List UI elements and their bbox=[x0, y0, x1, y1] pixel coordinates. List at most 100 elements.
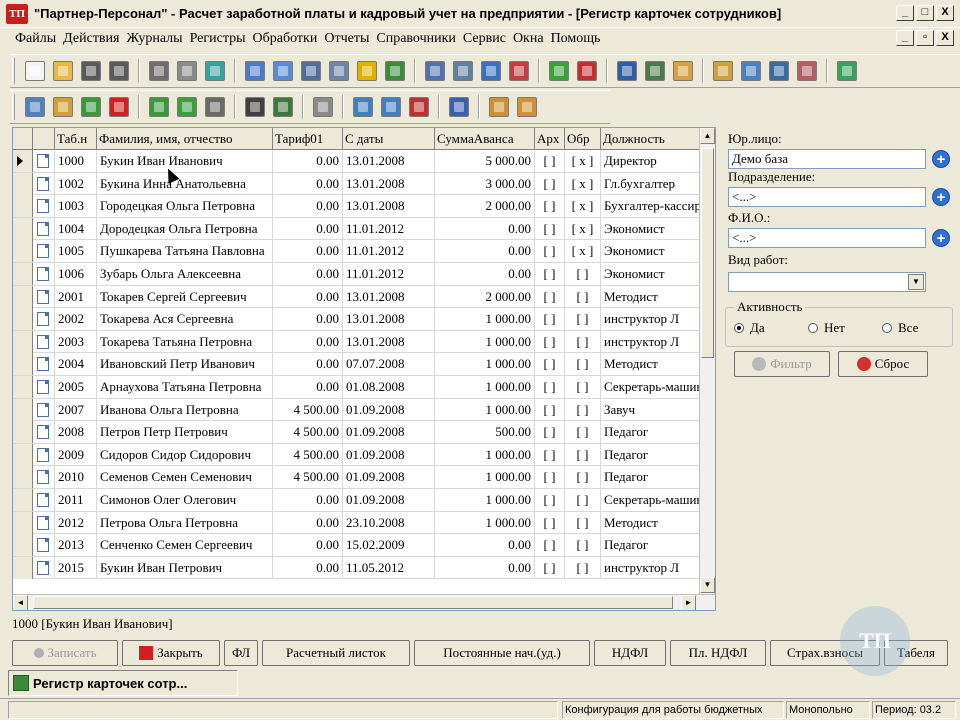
text-format-icon[interactable] bbox=[385, 61, 405, 81]
cell-processing[interactable]: [ x ] bbox=[565, 195, 601, 218]
cell-archive[interactable]: [ ] bbox=[535, 217, 565, 240]
cell-archive[interactable]: [ ] bbox=[535, 353, 565, 376]
menu-references[interactable]: Справочники bbox=[373, 31, 459, 47]
cell-tariff[interactable]: 0.00 bbox=[273, 217, 343, 240]
title-bar[interactable]: ТП "Партнер-Персонал" - Расчет заработно… bbox=[0, 0, 960, 28]
mdi-minimize-button[interactable]: _ bbox=[896, 30, 914, 46]
cell-full-name[interactable]: Сидоров Сидор Сидорович bbox=[97, 443, 273, 466]
cell-tariff[interactable]: 0.00 bbox=[273, 330, 343, 353]
cell-tariff[interactable]: 0.00 bbox=[273, 511, 343, 534]
cell-tab-number[interactable]: 1002 bbox=[55, 172, 97, 195]
cell-processing[interactable]: [ ] bbox=[565, 308, 601, 331]
cell-tariff[interactable]: 0.00 bbox=[273, 353, 343, 376]
row-indicator[interactable] bbox=[13, 353, 33, 376]
mdi-close-button[interactable]: X bbox=[936, 30, 954, 46]
cell-processing[interactable]: [ x ] bbox=[565, 150, 601, 172]
row-indicator[interactable] bbox=[13, 534, 33, 557]
cell-tab-number[interactable]: 2012 bbox=[55, 511, 97, 534]
cell-from-date[interactable]: 11.01.2012 bbox=[343, 217, 435, 240]
cell-tariff[interactable]: 0.00 bbox=[273, 489, 343, 511]
table-row[interactable]: 2013 Сенченко Семен Сергеевич 0.00 15.02.20… bbox=[13, 534, 703, 557]
menu-help[interactable]: Помощь bbox=[548, 31, 604, 47]
row-indicator[interactable] bbox=[13, 217, 33, 240]
cell-from-date[interactable]: 13.01.2008 bbox=[343, 195, 435, 218]
cell-position[interactable]: Экономист bbox=[601, 263, 703, 285]
cell-full-name[interactable]: Букин Иван Иванович bbox=[97, 150, 273, 172]
remove-user-icon[interactable] bbox=[509, 61, 529, 81]
sort-icon[interactable] bbox=[577, 61, 597, 81]
cell-tariff[interactable]: 4 500.00 bbox=[273, 466, 343, 489]
cell-advance-sum[interactable]: 0.00 bbox=[435, 263, 535, 285]
header-advance-sum[interactable]: СуммаАванса bbox=[435, 128, 535, 150]
cell-full-name[interactable]: Городецкая Ольга Петровна bbox=[97, 195, 273, 218]
table-row[interactable]: 2009 Сидоров Сидор Сидорович 4 500.00 01.09… bbox=[13, 443, 703, 467]
cell-full-name[interactable]: Пушкарева Татьяна Павловна bbox=[97, 240, 273, 263]
cell-tariff[interactable]: 0.00 bbox=[273, 534, 343, 557]
close-form-button[interactable]: Закрыть bbox=[122, 640, 220, 666]
table-row[interactable]: 2015 Букин Иван Петрович 0.00 11.05.2012 0.0… bbox=[13, 556, 703, 580]
go-record-icon[interactable] bbox=[25, 97, 45, 117]
cell-position[interactable]: Секретарь-машинистка bbox=[601, 376, 703, 398]
cell-archive[interactable]: [ ] bbox=[535, 285, 565, 308]
cell-full-name[interactable]: Зубарь Ольга Алексеевна bbox=[97, 263, 273, 285]
header-archive[interactable]: Арх bbox=[535, 128, 565, 150]
cell-tab-number[interactable]: 2009 bbox=[55, 443, 97, 466]
row-indicator[interactable] bbox=[13, 195, 33, 218]
pl-ndfl-button[interactable]: Пл. НДФЛ bbox=[670, 640, 766, 666]
photo-icon[interactable] bbox=[673, 61, 693, 81]
cell-archive[interactable]: [ ] bbox=[535, 421, 565, 444]
table-row[interactable]: 2001 Токарев Сергей Сергеевич 0.00 13.01.20… bbox=[13, 285, 703, 309]
cell-advance-sum[interactable]: 1 000.00 bbox=[435, 353, 535, 376]
scroll-up-icon[interactable]: ▲ bbox=[700, 128, 715, 144]
monitor-icon[interactable] bbox=[301, 61, 321, 81]
cell-tab-number[interactable]: 2007 bbox=[55, 398, 97, 421]
cell-tab-number[interactable]: 2008 bbox=[55, 421, 97, 444]
binoculars-next-icon[interactable] bbox=[273, 97, 293, 117]
cell-position[interactable]: Педагог bbox=[601, 421, 703, 444]
scroll-thumb[interactable] bbox=[701, 148, 714, 358]
cell-full-name[interactable]: Иванова Ольга Петровна bbox=[97, 398, 273, 421]
cell-advance-sum[interactable]: 5 000.00 bbox=[435, 150, 535, 172]
radio-no[interactable]: Нет bbox=[808, 320, 845, 336]
cell-full-name[interactable]: Букин Иван Петрович bbox=[97, 556, 273, 579]
filter-edit-icon[interactable] bbox=[381, 97, 401, 117]
cell-processing[interactable]: [ ] bbox=[565, 330, 601, 353]
table-row[interactable]: 2010 Семенов Семен Семенович 4 500.00 01.09… bbox=[13, 466, 703, 489]
header-full-name[interactable]: Фамилия, имя, отчество bbox=[97, 128, 273, 150]
cell-processing[interactable]: [ ] bbox=[565, 556, 601, 579]
cell-from-date[interactable]: 01.09.2008 bbox=[343, 466, 435, 489]
row-indicator[interactable] bbox=[13, 308, 33, 331]
row-indicator[interactable] bbox=[13, 421, 33, 444]
cell-processing[interactable]: [ ] bbox=[565, 534, 601, 557]
table-row[interactable]: 2008 Петров Петр Петрович 4 500.00 01.09.20… bbox=[13, 421, 703, 444]
cell-archive[interactable]: [ ] bbox=[535, 398, 565, 421]
lock-icon[interactable] bbox=[357, 61, 377, 81]
cell-from-date[interactable]: 01.09.2008 bbox=[343, 398, 435, 421]
cell-position[interactable]: Экономист bbox=[601, 217, 703, 240]
cell-position[interactable]: Методист bbox=[601, 511, 703, 534]
scroll-right-icon[interactable]: ► bbox=[681, 595, 696, 610]
person-icon[interactable] bbox=[617, 61, 637, 81]
employees-grid[interactable]: Таб.н Фамилия, имя, отчество Тариф01 С д… bbox=[12, 127, 716, 611]
cell-position[interactable]: Экономист bbox=[601, 240, 703, 263]
payslip-button[interactable]: Расчетный листок bbox=[262, 640, 410, 666]
reset-button[interactable]: Сброс bbox=[838, 351, 928, 377]
row-indicator[interactable] bbox=[13, 376, 33, 398]
cell-full-name[interactable]: Дородецкая Ольга Петровна bbox=[97, 217, 273, 240]
cell-full-name[interactable]: Токарева Ася Сергеевна bbox=[97, 308, 273, 331]
close-button[interactable]: X bbox=[936, 5, 954, 21]
cell-full-name[interactable]: Петрова Ольга Петровна bbox=[97, 511, 273, 534]
cell-tab-number[interactable]: 2004 bbox=[55, 353, 97, 376]
cell-from-date[interactable]: 13.01.2008 bbox=[343, 308, 435, 331]
table-row[interactable]: 2004 Ивановский Петр Иванович 0.00 07.07.20… bbox=[13, 353, 703, 376]
open-folder-icon[interactable] bbox=[53, 61, 73, 81]
cell-advance-sum[interactable]: 0.00 bbox=[435, 534, 535, 557]
cell-full-name[interactable]: Токарев Сергей Сергеевич bbox=[97, 285, 273, 308]
cell-full-name[interactable]: Ивановский Петр Иванович bbox=[97, 353, 273, 376]
refresh-icon[interactable] bbox=[177, 97, 197, 117]
cell-from-date[interactable]: 15.02.2009 bbox=[343, 534, 435, 557]
row-indicator[interactable] bbox=[13, 556, 33, 579]
cell-full-name[interactable]: Симонов Олег Олегович bbox=[97, 489, 273, 511]
tree-icon[interactable] bbox=[149, 97, 169, 117]
table-row[interactable]: 2002 Токарева Ася Сергеевна 0.00 13.01.2008… bbox=[13, 308, 703, 331]
